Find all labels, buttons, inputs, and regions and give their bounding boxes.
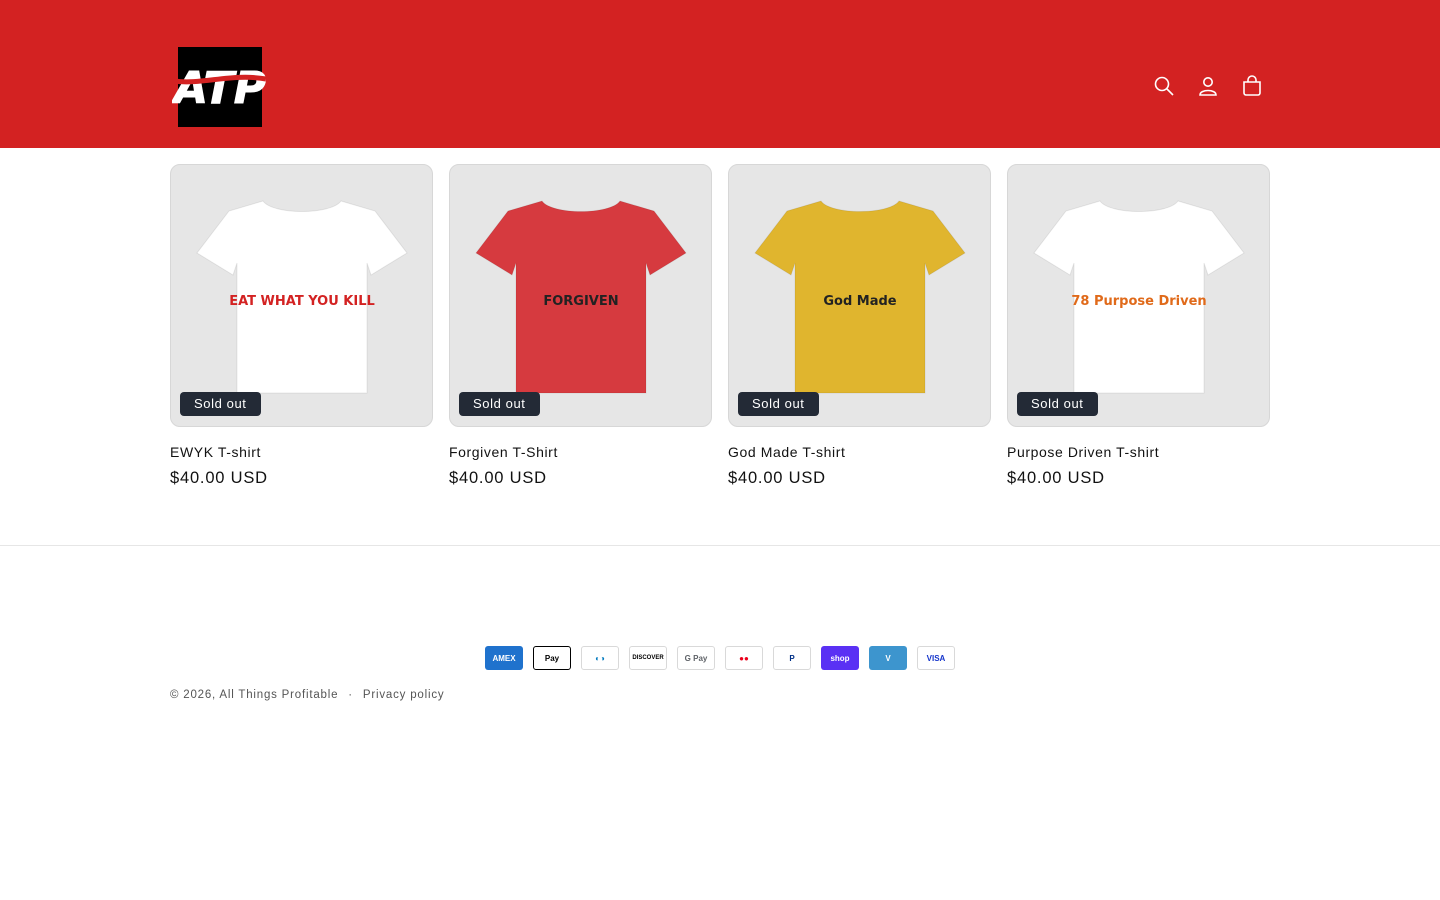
site-header: ATP bbox=[0, 0, 1440, 148]
footer-separator: · bbox=[348, 689, 353, 701]
header-icons bbox=[1142, 64, 1274, 108]
american-express-icon: AMEX bbox=[485, 646, 523, 670]
venmo-icon: V bbox=[869, 646, 907, 670]
product-card[interactable]: God Made Sold out God Made T-shirt $40.00… bbox=[728, 164, 991, 488]
payment-icons: AMEX Pay ◐◑ DISCOVER G Pay ●● Pshop V VISA bbox=[485, 646, 955, 670]
product-card[interactable]: FORGIVEN Sold out Forgiven T-Shirt $40.00… bbox=[449, 164, 712, 488]
shop-pay-icon: shop bbox=[821, 646, 859, 670]
discover-icon: DISCOVER bbox=[629, 646, 667, 670]
sold-out-badge: Sold out bbox=[459, 392, 540, 416]
product-image[interactable]: FORGIVEN Sold out bbox=[449, 164, 712, 427]
privacy-policy-link[interactable]: Privacy policy bbox=[363, 689, 445, 701]
product-price: $40.00 USD bbox=[170, 469, 268, 487]
shirt-print-text: 78 Purpose Driven bbox=[1071, 294, 1206, 309]
copyright-text[interactable]: © 2026, All Things Profitable bbox=[170, 689, 338, 701]
shirt-print-text: FORGIVEN bbox=[543, 294, 618, 309]
tshirt-graphic: FORGIVEN bbox=[475, 200, 687, 394]
product-image[interactable]: 78 Purpose Driven Sold out bbox=[1007, 164, 1270, 427]
visa-icon: VISA bbox=[917, 646, 955, 670]
sold-out-badge: Sold out bbox=[180, 392, 261, 416]
footer-copyright: © 2026, All Things Profitable · Privacy … bbox=[170, 689, 444, 701]
tshirt-graphic: 78 Purpose Driven bbox=[1033, 200, 1245, 394]
shirt-print-text: God Made bbox=[823, 294, 896, 309]
product-grid: EAT WHAT YOU KILL Sold out EWYK T-shirt $… bbox=[170, 164, 1270, 488]
site-footer: AMEX Pay ◐◑ DISCOVER G Pay ●● Pshop V VISA © 20… bbox=[0, 545, 1440, 701]
product-image[interactable]: God Made Sold out bbox=[728, 164, 991, 427]
svg-text:ATP: ATP bbox=[172, 63, 266, 114]
mastercard-icon: ●● bbox=[725, 646, 763, 670]
product-price: $40.00 USD bbox=[449, 469, 547, 487]
product-card[interactable]: EAT WHAT YOU KILL Sold out EWYK T-shirt $… bbox=[170, 164, 433, 488]
product-price: $40.00 USD bbox=[728, 469, 826, 487]
product-title[interactable]: Purpose Driven T-shirt bbox=[1007, 444, 1270, 460]
cart-icon[interactable] bbox=[1230, 64, 1274, 108]
account-icon[interactable] bbox=[1186, 64, 1230, 108]
product-title[interactable]: Forgiven T-Shirt bbox=[449, 444, 712, 460]
search-icon[interactable] bbox=[1142, 64, 1186, 108]
product-image[interactable]: EAT WHAT YOU KILL Sold out bbox=[170, 164, 433, 427]
tshirt-graphic: EAT WHAT YOU KILL bbox=[196, 200, 408, 394]
store-logo[interactable]: ATP bbox=[170, 45, 268, 129]
shirt-print-text: EAT WHAT YOU KILL bbox=[229, 294, 375, 309]
product-title[interactable]: EWYK T-shirt bbox=[170, 444, 433, 460]
product-title[interactable]: God Made T-shirt bbox=[728, 444, 991, 460]
tshirt-graphic: God Made bbox=[754, 200, 966, 394]
product-price: $40.00 USD bbox=[1007, 469, 1105, 487]
paypal-icon: P bbox=[773, 646, 811, 670]
sold-out-badge: Sold out bbox=[738, 392, 819, 416]
sold-out-badge: Sold out bbox=[1017, 392, 1098, 416]
apple-pay-icon: Pay bbox=[533, 646, 571, 670]
product-card[interactable]: 78 Purpose Driven Sold out Purpose Driven… bbox=[1007, 164, 1270, 488]
google-pay-icon: G Pay bbox=[677, 646, 715, 670]
diners-club-icon: ◐◑ bbox=[581, 646, 619, 670]
